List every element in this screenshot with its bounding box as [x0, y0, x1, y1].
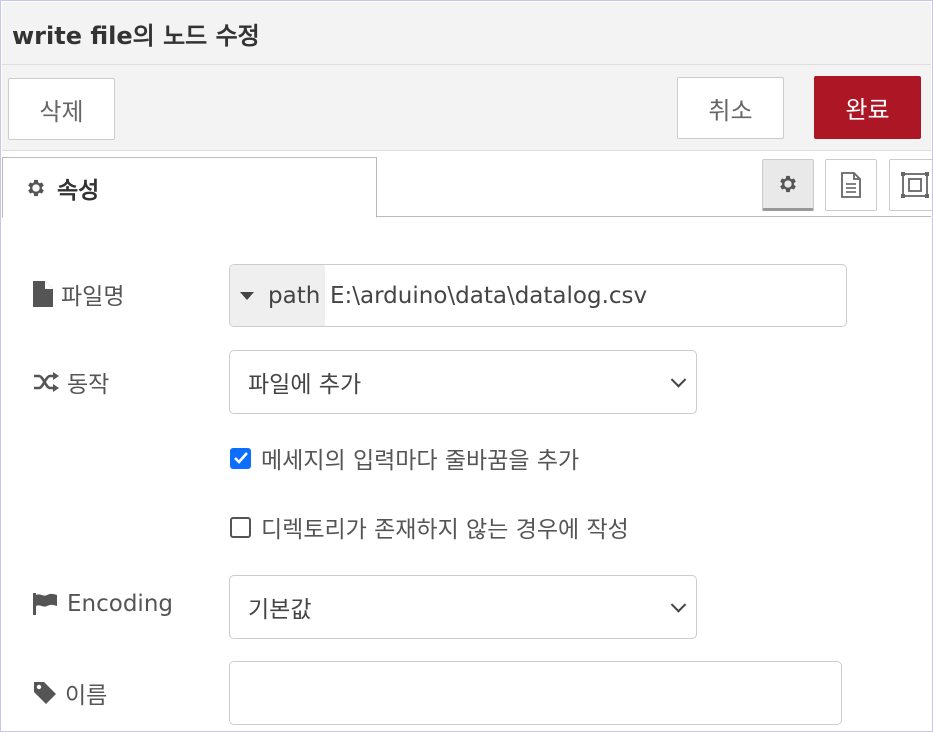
action-label: 동작 [67, 372, 110, 398]
filename-type-select[interactable]: path [230, 265, 325, 326]
flag-icon [33, 593, 57, 615]
append-newline-checkbox[interactable] [230, 447, 251, 469]
filename-typed-input[interactable]: path E:\arduino\data\datalog.csv [229, 264, 847, 327]
file-icon [33, 281, 53, 307]
action-label-row: 동작 [33, 365, 109, 399]
filename-label: 파일명 [61, 284, 125, 310]
chevron-down-icon [670, 597, 687, 613]
encoding-selected: 기본값 [248, 597, 312, 623]
encoding-select[interactable]: 기본값 [229, 575, 697, 639]
tab-bar: 속성 [2, 151, 932, 218]
chevron-down-icon [670, 372, 687, 388]
append-newline-row[interactable]: 메세지의 입력마다 줄바꿈을 추가 [230, 441, 579, 475]
edit-node-dialog: write file의 노드 수정 삭제 취소 완료 속성 파일명 path E… [0, 0, 933, 732]
document-icon [841, 172, 861, 198]
tab-settings-button[interactable] [762, 159, 814, 211]
frame-icon [901, 172, 929, 198]
tab-properties-label: 속성 [57, 177, 100, 204]
gear-icon [28, 179, 44, 196]
create-dir-checkbox[interactable] [230, 516, 251, 538]
append-newline-label: 메세지의 입력마다 줄바꿈을 추가 [261, 448, 580, 474]
name-label: 이름 [65, 683, 108, 709]
create-dir-label: 디렉토리가 존재하지 않는 경우에 작성 [261, 517, 629, 543]
dialog-toolbar: 삭제 취소 완료 [2, 65, 931, 151]
caret-down-icon [240, 291, 254, 300]
filename-label-row: 파일명 [33, 277, 124, 311]
checkmark-icon [233, 452, 248, 464]
name-input[interactable] [229, 661, 842, 725]
dialog-title: write file의 노드 수정 [12, 22, 260, 50]
shuffle-icon [34, 372, 59, 392]
cancel-button[interactable]: 취소 [677, 77, 784, 139]
action-select[interactable]: 파일에 추가 [229, 350, 697, 414]
encoding-label: Encoding [67, 591, 173, 617]
create-dir-row[interactable]: 디렉토리가 존재하지 않는 경우에 작성 [230, 510, 629, 544]
filename-type-label: path [268, 282, 321, 309]
action-selected: 파일에 추가 [248, 372, 362, 398]
delete-button[interactable]: 삭제 [8, 78, 115, 140]
filename-input[interactable]: E:\arduino\data\datalog.csv [325, 265, 846, 326]
dialog-header: write file의 노드 수정 [2, 2, 931, 65]
tab-properties[interactable]: 속성 [2, 157, 377, 218]
encoding-label-row: Encoding [33, 591, 173, 617]
tab-description-button[interactable] [825, 159, 877, 211]
tab-appearance-button[interactable] [889, 159, 932, 211]
gear-icon [780, 175, 796, 193]
name-label-row: 이름 [33, 676, 107, 710]
tag-icon [34, 682, 56, 704]
done-button[interactable]: 완료 [814, 76, 921, 139]
